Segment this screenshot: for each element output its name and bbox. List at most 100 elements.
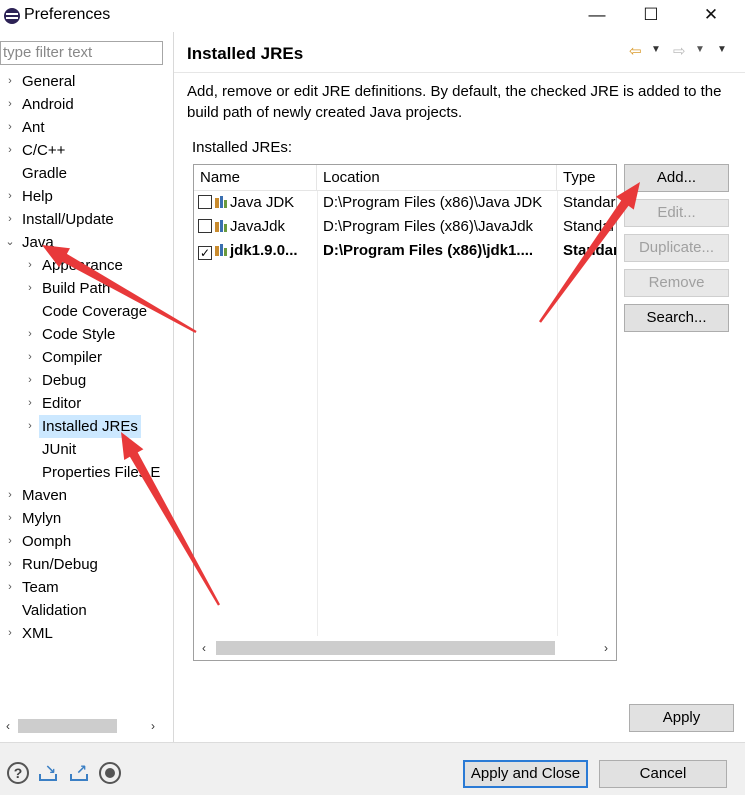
jre-name: JavaJdk [230,218,286,235]
close-button[interactable]: ✕ [688,0,734,32]
back-arrow-icon[interactable]: ⇦ [629,42,642,60]
jre-name-cell: Java JDK [198,191,314,215]
jre-library-icon [214,195,228,209]
sidebar-item-label: XML [22,625,53,642]
sidebar-item-label: Appearance [42,257,123,274]
scroll-left-arrow-icon[interactable]: ‹ [0,715,16,737]
sidebar-item-label: JUnit [42,441,77,458]
sidebar-item-label: Installed JREs [39,415,141,438]
collapsed-chevron-icon[interactable]: › [4,93,16,116]
sidebar-item-label: Code Coverage [42,303,148,320]
sidebar-item-label: Maven [22,487,68,504]
collapsed-chevron-icon[interactable]: › [4,116,16,139]
eclipse-app-icon [4,8,20,24]
jre-table: Name Location Type Java JDK D:\Program Fi… [193,164,617,661]
collapsed-chevron-icon[interactable]: › [24,415,36,438]
collapsed-chevron-icon[interactable]: › [4,185,16,208]
scroll-right-arrow-icon[interactable]: › [598,636,614,660]
title-bar: Preferences — ☐ ✕ [0,0,745,32]
jre-type-cell: Standard [563,218,616,235]
remove-button[interactable]: Remove [624,269,729,297]
jre-library-icon [214,243,228,257]
table-horizontal-scrollbar[interactable]: ‹ › [194,636,616,660]
jre-default-checkbox[interactable]: ✓ [198,246,212,260]
sidebar-item-label: Android [22,96,74,113]
sidebar-item-label: Validation [22,602,87,619]
collapsed-chevron-icon[interactable]: › [4,208,16,231]
sidebar-horizontal-scrollbar[interactable]: ‹ › [0,715,163,737]
scroll-right-arrow-icon[interactable]: › [145,715,161,737]
preference-page: Installed JREs ⇦ ▼ ⇨ ▼ ▼ Add, remove or … [174,32,745,742]
sidebar-item-label: Run/Debug [22,556,98,573]
minimize-button[interactable]: — [574,0,620,32]
collapsed-chevron-icon[interactable]: › [24,392,36,415]
cancel-button[interactable]: Cancel [599,760,727,788]
collapsed-chevron-icon[interactable]: › [4,70,16,93]
forward-dropdown-icon[interactable]: ▼ [695,44,705,55]
apply-and-close-button[interactable]: Apply and Close [463,760,588,788]
arrow-down-shape: ↘ [45,762,56,777]
jre-name: Java JDK [230,194,295,211]
collapsed-chevron-icon[interactable]: › [24,277,36,300]
sidebar-item-label: General [22,73,76,90]
duplicate-button[interactable]: Duplicate... [624,234,729,262]
collapsed-chevron-icon[interactable]: › [24,346,36,369]
collapsed-chevron-icon[interactable]: › [4,530,16,553]
sidebar-item-label: Properties Files E [42,464,161,481]
sidebar-item-label: Install/Update [22,211,114,228]
jre-default-checkbox[interactable] [198,195,212,209]
sidebar-item-label: Oomph [22,533,72,550]
jre-default-checkbox[interactable] [198,219,212,233]
back-dropdown-icon[interactable]: ▼ [651,44,661,55]
record-preferences-icon[interactable] [99,762,121,784]
collapsed-chevron-icon[interactable]: › [4,139,16,162]
scroll-thumb[interactable] [216,641,555,655]
import-preferences-icon[interactable]: ↘ [37,762,59,784]
jre-name-cell: JavaJdk [198,215,314,239]
collapsed-chevron-icon[interactable]: › [24,323,36,346]
table-row[interactable]: ✓ jdk1.9.0... D:\Program Files (x86)\jdk1.… [194,239,616,263]
table-row[interactable]: JavaJdk D:\Program Files (x86)\JavaJdk Sta… [194,215,616,239]
scroll-thumb[interactable] [18,719,117,733]
collapsed-chevron-icon[interactable]: › [4,484,16,507]
jre-location-cell: D:\Program Files (x86)\Java JDK [323,194,543,211]
collapsed-chevron-icon[interactable]: › [4,576,16,599]
collapsed-chevron-icon[interactable]: › [4,622,16,645]
search-button[interactable]: Search... [624,304,729,332]
sidebar-item-label: Java [22,234,54,251]
sidebar-item-label: Compiler [42,349,103,366]
forward-arrow-icon[interactable]: ⇨ [673,42,686,60]
filter-input[interactable]: type filter text [0,41,163,65]
column-header-location[interactable]: Location [317,165,557,191]
jre-location-cell: D:\Program Files (x86)\JavaJdk [323,218,534,235]
maximize-button[interactable]: ☐ [628,0,674,32]
collapsed-chevron-icon[interactable]: › [24,254,36,277]
scroll-left-arrow-icon[interactable]: ‹ [196,636,212,660]
column-header-type[interactable]: Type [557,165,616,191]
view-menu-icon[interactable]: ▼ [717,44,727,55]
apply-button[interactable]: Apply [629,704,734,732]
column-header-name[interactable]: Name [194,165,317,191]
export-preferences-icon[interactable]: ↗ [68,762,90,784]
window-title: Preferences [24,6,111,23]
preferences-sidebar: type filter text › General › Android › Ant › C/… [0,32,173,742]
sidebar-item-label: C/C++ [22,142,66,159]
collapsed-chevron-icon[interactable]: › [4,553,16,576]
collapsed-chevron-icon[interactable]: › [4,507,16,530]
table-row[interactable]: Java JDK D:\Program Files (x86)\Java JDK S… [194,191,616,215]
jre-location-cell: D:\Program Files (x86)\jdk1.... [323,242,534,259]
collapsed-chevron-icon[interactable]: › [24,369,36,392]
add-button[interactable]: Add... [624,164,729,192]
sidebar-item-label: Build Path [42,280,111,297]
help-icon[interactable]: ? [7,762,29,784]
sidebar-item-label: Gradle [22,165,68,182]
jre-type-cell: Standard [563,194,616,211]
dialog-footer: ? ↘ ↗ Apply and Close Cancel [0,742,745,795]
jre-table-label: Installed JREs: [192,139,293,156]
jre-type-cell: Standard [563,242,616,259]
expanded-chevron-icon[interactable]: ⌄ [4,231,16,254]
edit-button[interactable]: Edit... [624,199,729,227]
